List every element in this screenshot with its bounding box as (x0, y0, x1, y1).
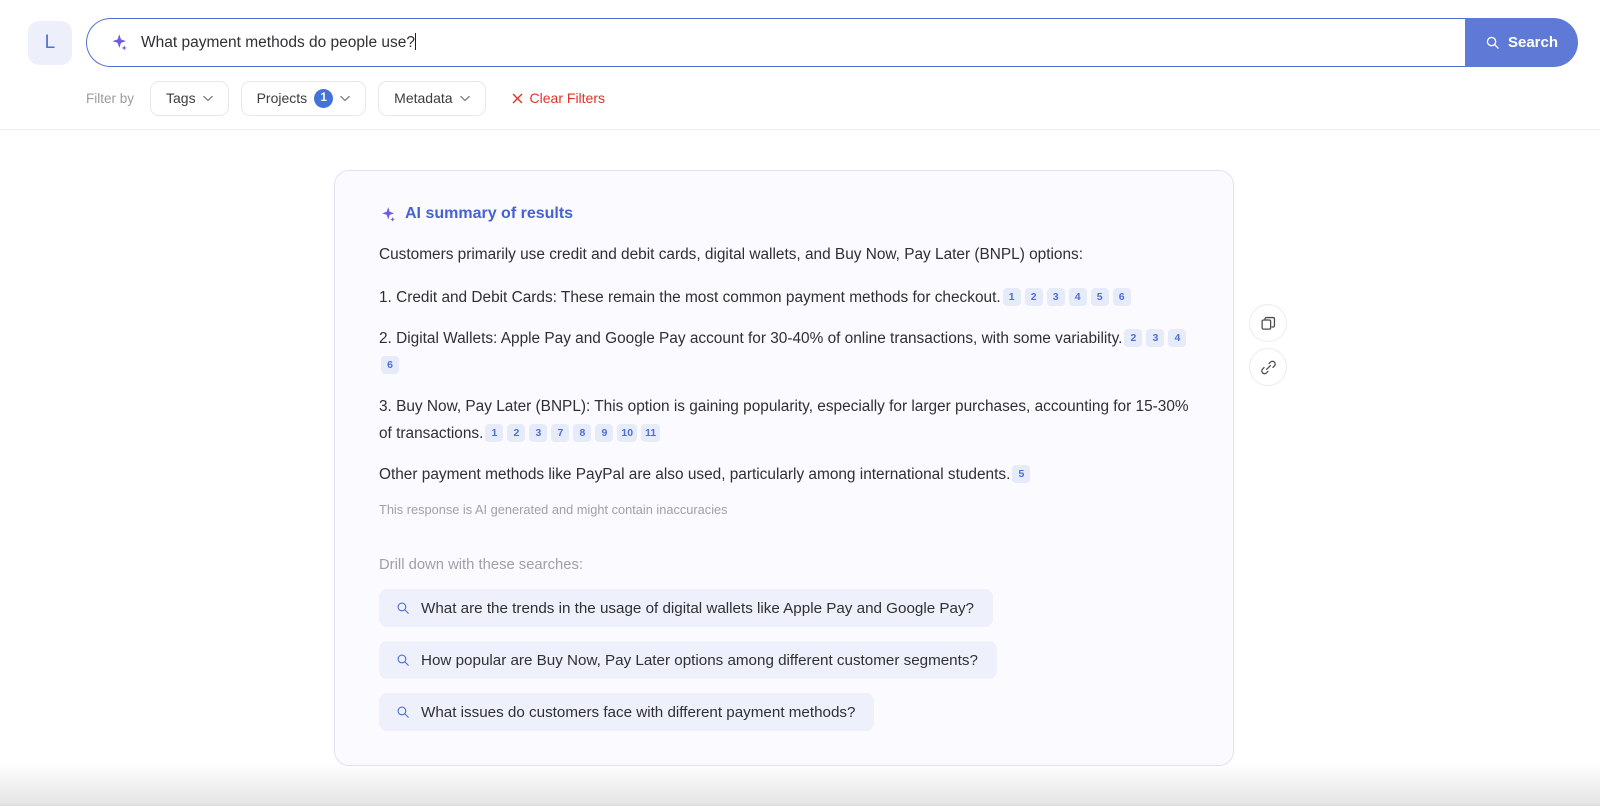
chevron-down-icon (202, 95, 213, 101)
workspace-logo[interactable]: L (28, 20, 72, 65)
ai-summary-point: 1. Credit and Debit Cards: These remain … (379, 284, 1189, 311)
sparkle-icon (112, 34, 127, 51)
citation-badge[interactable]: 5 (1090, 288, 1109, 307)
citation-badge[interactable]: 7 (551, 424, 570, 443)
citation-badge[interactable]: 4 (1068, 288, 1087, 307)
card-action-buttons (1249, 304, 1287, 386)
drill-down-label: Drill down with these searches: (379, 557, 583, 573)
filter-chip-metadata[interactable]: Metadata (378, 80, 486, 116)
main-content: AI summary of results Customers primaril… (0, 130, 1600, 806)
filter-chip-projects[interactable]: Projects 1 (240, 80, 367, 116)
ai-disclaimer: This response is AI generated and might … (379, 502, 728, 517)
search-input-value: What payment methods do people use? (141, 34, 416, 51)
filter-chip-metadata-label: Metadata (394, 90, 453, 106)
clear-filters-button[interactable]: Clear Filters (512, 90, 605, 106)
citation-badge[interactable]: 1 (1002, 288, 1021, 307)
search-icon (397, 706, 409, 718)
search-row: L What payment methods do people use? Se… (0, 0, 1600, 73)
filter-chip-tags-label: Tags (166, 90, 196, 106)
citation-badge[interactable]: 5 (1012, 465, 1031, 484)
suggestion-chip[interactable]: How popular are Buy Now, Pay Later optio… (379, 641, 997, 679)
citation-badge[interactable]: 6 (1112, 288, 1131, 307)
close-icon (512, 93, 522, 103)
suggestion-chip[interactable]: What are the trends in the usage of digi… (379, 589, 993, 627)
search-icon (397, 654, 409, 666)
filter-bar: Filter by Tags Projects 1 Metadata Clear… (0, 73, 1600, 123)
citation-badge[interactable]: 6 (381, 356, 399, 375)
filter-chip-projects-count: 1 (314, 88, 334, 108)
citation-badge[interactable]: 3 (1046, 288, 1065, 307)
ai-summary-point-text: 1. Credit and Debit Cards: These remain … (379, 289, 1001, 306)
suggestion-chip-label: How popular are Buy Now, Pay Later optio… (421, 651, 978, 669)
citation-badge[interactable]: 11 (641, 424, 661, 443)
chevron-down-icon (459, 95, 470, 101)
search-icon (1486, 36, 1499, 49)
page-bottom-shadow (0, 762, 1600, 806)
citation-badge[interactable]: 4 (1168, 329, 1187, 348)
search-button[interactable]: Search (1465, 18, 1578, 67)
ai-summary-point: 3. Buy Now, Pay Later (BNPL): This optio… (379, 393, 1189, 447)
citation-badge[interactable]: 3 (529, 424, 548, 443)
suggestion-chip-label: What are the trends in the usage of digi… (421, 599, 974, 617)
citation-badge[interactable]: 10 (617, 424, 638, 443)
citation-badge[interactable]: 2 (1024, 288, 1043, 307)
citation-badge[interactable]: 1 (485, 424, 504, 443)
citation-badge[interactable]: 2 (507, 424, 526, 443)
citation-badge[interactable]: 3 (1146, 329, 1165, 348)
link-button[interactable] (1249, 348, 1287, 386)
search-input[interactable]: What payment methods do people use? (86, 18, 1465, 67)
filter-chip-tags[interactable]: Tags (150, 80, 229, 116)
ai-summary-point: Other payment methods like PayPal are al… (379, 461, 1189, 488)
suggestion-chip[interactable]: What issues do customers face with diffe… (379, 693, 875, 731)
search-bar: What payment methods do people use? Sear… (86, 18, 1578, 67)
suggestion-chip-label: What issues do customers face with diffe… (421, 703, 856, 721)
search-icon (397, 602, 409, 614)
filter-by-label: Filter by (86, 90, 135, 106)
app-header: L What payment methods do people use? Se… (0, 0, 1600, 130)
ai-summary-card: AI summary of results Customers primaril… (334, 170, 1234, 766)
ai-summary-title-label: AI summary of results (405, 205, 574, 222)
ai-summary-intro: Customers primarily use credit and debit… (379, 246, 1084, 263)
citation-badge[interactable]: 2 (1124, 329, 1143, 348)
filter-chip-projects-label: Projects (256, 90, 308, 106)
copy-button[interactable] (1249, 304, 1287, 342)
search-button-label: Search (1507, 34, 1559, 51)
citation-badge[interactable]: 9 (595, 424, 614, 443)
link-icon (1260, 360, 1276, 374)
copy-icon (1260, 316, 1275, 330)
ai-summary-point-text: 2. Digital Wallets: Apple Pay and Google… (379, 330, 1123, 347)
clear-filters-label: Clear Filters (529, 90, 606, 106)
ai-summary-point: 2. Digital Wallets: Apple Pay and Google… (379, 325, 1189, 379)
suggestion-list: What are the trends in the usage of digi… (379, 589, 1189, 745)
chevron-down-icon (340, 95, 350, 101)
sparkle-icon (382, 206, 396, 222)
ai-summary-point-text: Other payment methods like PayPal are al… (379, 466, 1011, 483)
ai-summary-title: AI summary of results (379, 205, 1189, 223)
citation-badge[interactable]: 8 (573, 424, 592, 443)
